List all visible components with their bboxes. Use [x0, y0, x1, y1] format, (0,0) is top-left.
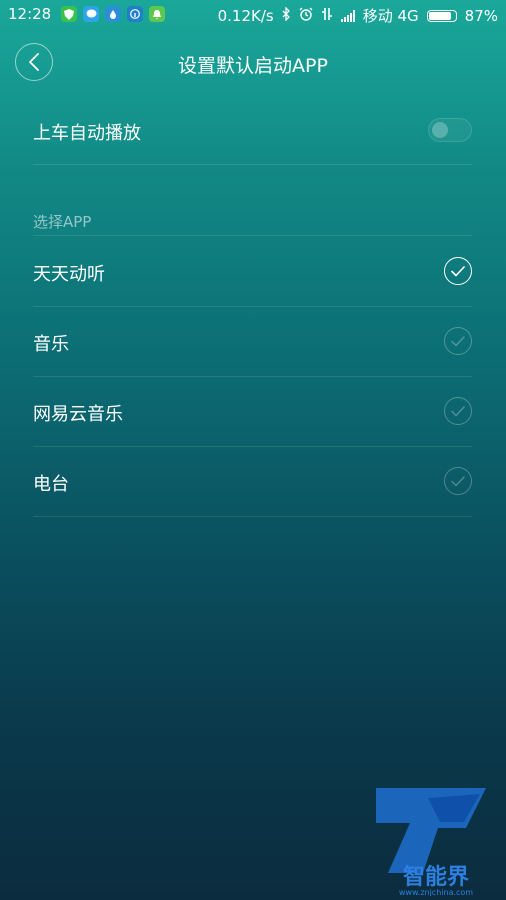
app-row-music[interactable]: 音乐 [33, 306, 472, 377]
watermark-text: 智能界 [403, 864, 469, 890]
chat-icon [83, 6, 100, 22]
app-label: 电台 [33, 474, 69, 495]
check-selected-icon [444, 257, 472, 285]
watermark-url: www.znjchina.com [399, 888, 473, 896]
section-header: 选择APP [33, 213, 92, 231]
carrier-label: 移动 4G [362, 7, 419, 25]
bluetooth-icon [282, 5, 291, 25]
signal-icon [340, 9, 355, 22]
status-time: 12:28 [8, 5, 52, 23]
app-row-netease[interactable]: 网易云音乐 [33, 376, 472, 447]
app-row-radio[interactable]: 电台 [33, 446, 472, 517]
app-label: 天天动听 [33, 264, 105, 285]
app-row-tiantian[interactable]: 天天动听 [33, 236, 472, 307]
page-title: 设置默认启动APP [178, 55, 328, 77]
shield-icon [61, 6, 78, 22]
battery-icon [426, 9, 457, 22]
alarm-icon [299, 7, 313, 25]
network-speed: 0.12K/s [217, 6, 274, 25]
watermark-logo: 智能界 www.znjchina.com [368, 788, 498, 897]
battery-percent: 87% [464, 6, 498, 25]
notification-icon [149, 6, 166, 22]
autoplay-toggle[interactable] [428, 118, 472, 142]
header: 设置默认启动APP [0, 40, 506, 86]
autoplay-label: 上车自动播放 [33, 123, 141, 144]
check-unselected-icon [444, 467, 472, 495]
vibrate-icon [321, 7, 333, 25]
app-label: 音乐 [33, 334, 69, 355]
check-unselected-icon [444, 397, 472, 425]
check-unselected-icon [444, 327, 472, 355]
status-bar: 12:28 0.12K/s 移动 4G 87% [0, 0, 506, 30]
drop-icon [105, 6, 122, 22]
autoplay-row[interactable]: 上车自动播放 [33, 96, 472, 165]
app-label: 网易云音乐 [33, 404, 123, 425]
info-icon [127, 6, 144, 22]
